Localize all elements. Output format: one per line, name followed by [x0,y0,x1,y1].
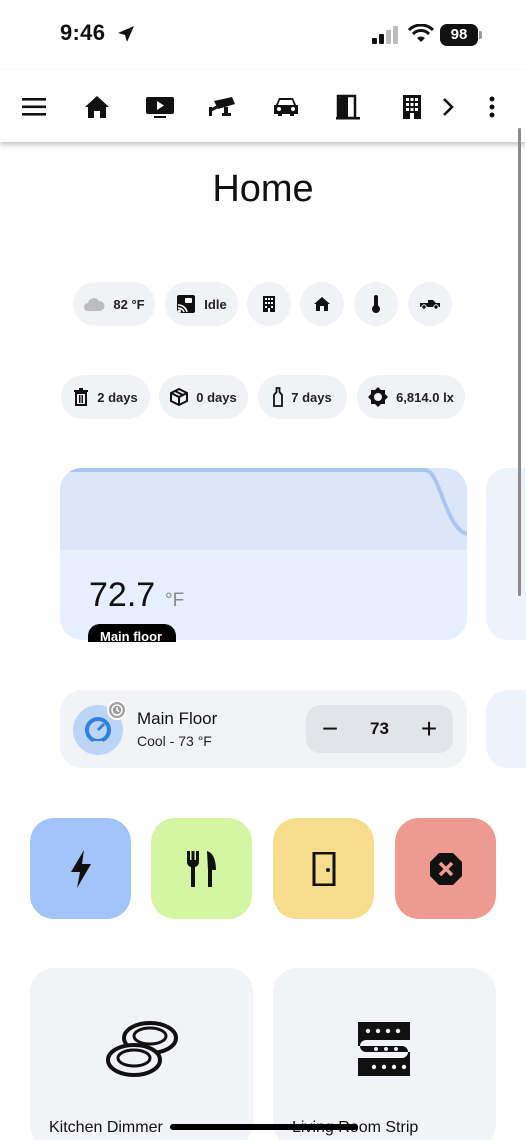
office-building-icon[interactable] [395,90,429,124]
more-vertical-icon[interactable] [475,90,509,124]
media-badge[interactable]: Idle [165,282,238,326]
close-octagon-icon [429,852,462,885]
kitchen-dimmer-tile[interactable] [30,968,253,1140]
stop-button[interactable] [395,818,496,919]
pickup-truck-icon [420,300,440,310]
location-arrow-icon [116,24,136,49]
cloudy-icon [84,298,105,311]
wifi-icon [407,23,435,49]
car-icon[interactable] [269,90,303,124]
bottle-icon [273,387,284,407]
recycling-badge[interactable]: 7 days [258,375,347,419]
clock-icon [107,700,127,720]
target-temperature: 73 [370,719,389,738]
cast-icon [177,295,196,313]
door-open-icon[interactable] [332,90,366,124]
thermostat-name: Main Floor [137,709,218,728]
thermostat-state: Cool - 73 °F [137,733,212,749]
package-badge[interactable]: 0 days [159,375,248,419]
cctv-icon[interactable] [206,90,240,124]
vehicle-badge[interactable] [408,282,452,326]
living-room-strip-tile[interactable] [273,968,496,1140]
graph-current-value: 72.7 [89,576,156,614]
lightning-icon [70,849,91,888]
weather-badge-text: 82 °F [113,296,145,312]
cellular-signal-icon [372,26,400,49]
led-strip-icon [358,1022,410,1076]
power-button[interactable] [30,818,131,919]
media-badge-text: Idle [204,296,227,312]
door-button[interactable] [273,818,374,919]
brightness-icon [368,387,389,407]
illuminance-badge[interactable]: 6,814.0 lx [357,375,465,419]
trash-badge[interactable]: 2 days [61,375,150,419]
package-icon [170,388,189,406]
silverware-icon [186,850,216,887]
package-badge-text: 0 days [196,389,237,405]
building-icon [263,296,275,312]
battery-indicator: 98 [440,24,482,46]
menu-icon[interactable] [17,90,51,124]
thermometer-icon [372,295,380,313]
trash-badge-text: 2 days [97,389,138,405]
page-title: Home [212,168,314,210]
graph-line [60,468,467,536]
top-navigation-bar [0,70,526,142]
home-icon [314,297,330,311]
chevron-right-icon[interactable] [431,90,465,124]
building-badge[interactable] [247,282,291,326]
graph-entity-label: Main floor [88,624,176,642]
status-time: 9:46 [60,20,106,45]
scroll-indicator [518,128,521,596]
recycling-badge-text: 7 days [291,389,332,405]
increase-temperature-button[interactable]: + [405,705,453,753]
illuminance-badge-text: 6,814.0 lx [396,389,454,405]
temperature-badge[interactable] [354,282,398,326]
tile-label: Kitchen Dimmer [49,1119,163,1136]
dining-button[interactable] [151,818,252,919]
home-badge[interactable] [300,282,344,326]
next-card-peek [486,690,526,768]
plates-icon [106,1021,178,1077]
home-icon[interactable] [80,90,114,124]
door-icon [312,851,335,886]
temperature-stepper: − 73 + [306,705,453,753]
status-bar: 9:46 98 [0,0,526,70]
trash-can-icon [74,388,89,406]
graph-unit: °F [165,590,185,611]
television-play-icon[interactable] [143,90,177,124]
home-indicator [170,1124,358,1130]
weather-badge[interactable]: 82 °F [73,282,155,326]
decrease-temperature-button[interactable]: − [306,705,354,753]
